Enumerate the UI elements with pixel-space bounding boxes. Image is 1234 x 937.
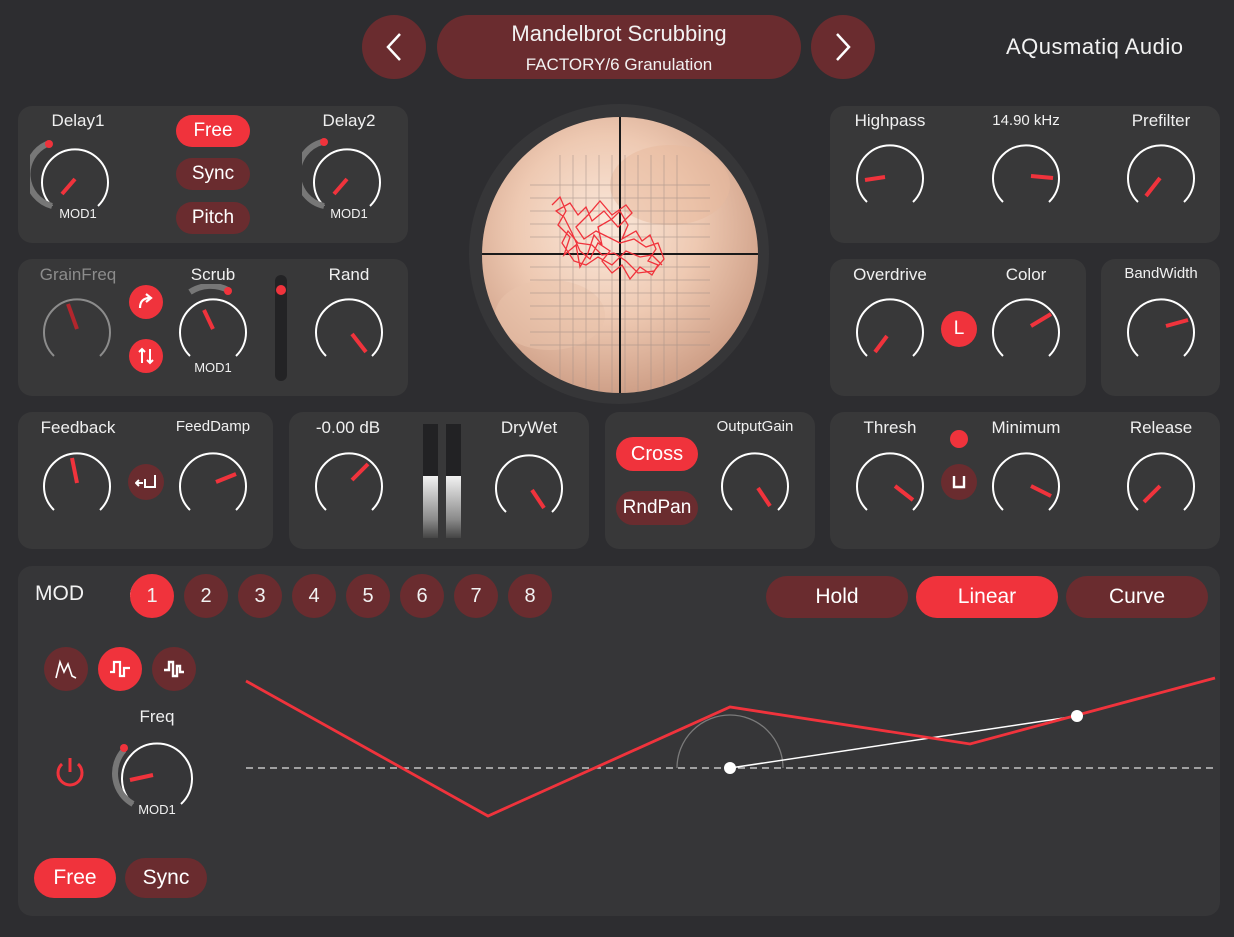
outputgain-label: OutputGain [716, 418, 794, 435]
highpass-label: Highpass [854, 111, 926, 130]
preset-display[interactable]: Mandelbrot Scrubbing FACTORY/6 Granulati… [437, 15, 801, 79]
gate-shape-icon [952, 476, 966, 489]
filter-freq-readout: 14.90 kHz [992, 112, 1060, 129]
mod-slot-7-button[interactable]: 7 [454, 574, 498, 618]
feedback-route-button[interactable] [128, 464, 164, 500]
mod-freq-label: Freq [139, 707, 175, 726]
rand-knob[interactable] [304, 284, 394, 374]
scrub-slider-thumb[interactable] [276, 285, 286, 295]
feeddamp-label: FeedDamp [175, 418, 251, 435]
delay-pitch-button[interactable]: Pitch [176, 202, 250, 234]
bandwidth-knob[interactable] [1116, 284, 1206, 374]
release-label: Release [1129, 418, 1193, 437]
release-knob[interactable] [1116, 438, 1206, 528]
bandwidth-label: BandWidth [1124, 265, 1198, 282]
preset-bank: FACTORY/6 Granulation [525, 55, 713, 74]
next-preset-button[interactable] [811, 15, 875, 79]
prefilter-knob[interactable] [1116, 130, 1206, 220]
minimum-knob[interactable] [981, 438, 1071, 528]
scrub-vertical-slider[interactable] [275, 275, 287, 381]
square-wave-icon [110, 660, 130, 678]
rand-label: Rand [328, 265, 370, 284]
mod-slot-5-button[interactable]: 5 [346, 574, 390, 618]
curve-hold-button[interactable]: Hold [766, 576, 908, 618]
mod-slot-4-button[interactable]: 4 [292, 574, 336, 618]
mod-power-icon[interactable] [50, 753, 90, 793]
envelope-line [245, 676, 1216, 818]
level-meter-left [423, 424, 438, 538]
prev-preset-button[interactable] [362, 15, 426, 79]
curved-arrow-icon [138, 293, 153, 309]
mod-slot-8-button[interactable]: 8 [508, 574, 552, 618]
route-return-icon [135, 475, 156, 488]
mod-slot-2-button[interactable]: 2 [184, 574, 228, 618]
scrub-mod-tag: MOD1 [194, 360, 232, 375]
feedback-knob[interactable] [32, 438, 122, 528]
curve-curve-button[interactable]: Curve [1066, 576, 1208, 618]
delay1-label: Delay1 [51, 111, 105, 130]
filter-freq-knob[interactable] [981, 130, 1071, 220]
envelope-wave-icon [55, 659, 77, 679]
color-knob[interactable] [981, 284, 1071, 374]
grain-direction-up-button[interactable] [129, 285, 163, 319]
thresh-label: Thresh [863, 418, 917, 437]
scrub-label: Scrub [190, 265, 236, 284]
drywet-knob[interactable] [484, 440, 574, 530]
input-gain-knob[interactable] [304, 438, 394, 528]
grainfreq-label: GrainFreq [39, 265, 117, 284]
overdrive-label: Overdrive [853, 265, 927, 284]
envelope-node-point [1071, 710, 1083, 722]
prefilter-label: Prefilter [1131, 111, 1191, 130]
preset-name: Mandelbrot Scrubbing [511, 21, 727, 46]
rndpan-button[interactable]: RndPan [616, 491, 698, 525]
gate-indicator-led [950, 430, 968, 448]
chevron-left-icon [386, 33, 401, 61]
feeddamp-knob[interactable] [168, 438, 258, 528]
level-meter-right [446, 424, 461, 538]
gate-mode-button[interactable] [941, 464, 977, 500]
delay1-mod-tag: MOD1 [59, 206, 97, 221]
random-steps-icon [164, 660, 184, 678]
delay-sync-button[interactable]: Sync [176, 158, 250, 190]
mod-free-button[interactable]: Free [34, 858, 116, 898]
delay2-label: Delay2 [322, 111, 376, 130]
mod-shape-random-button[interactable] [152, 647, 196, 691]
outputgain-knob[interactable] [710, 438, 800, 528]
mod-slot-1-button[interactable]: 1 [130, 574, 174, 618]
mod-shape-envelope-button[interactable] [44, 647, 88, 691]
mod-sync-button[interactable]: Sync [125, 858, 207, 898]
mod-slot-6-button[interactable]: 6 [400, 574, 444, 618]
color-label: Color [1005, 265, 1047, 284]
mod-freq-mod-tag: MOD1 [138, 802, 176, 817]
minimum-label: Minimum [991, 418, 1061, 437]
mod-envelope-editor[interactable] [240, 660, 1220, 840]
cross-button[interactable]: Cross [616, 437, 698, 471]
feedback-label: Feedback [40, 418, 116, 437]
thresh-knob[interactable] [845, 438, 935, 528]
mod-title: MOD [35, 582, 84, 605]
grainfreq-knob[interactable] [32, 284, 122, 374]
delay-free-button[interactable]: Free [176, 115, 250, 147]
drive-l-button[interactable]: L [941, 311, 977, 347]
gain-readout: -0.00 dB [315, 418, 381, 437]
chevron-right-icon [836, 33, 851, 61]
xy-scope-pad[interactable] [480, 115, 760, 395]
up-down-arrows-icon [138, 347, 154, 365]
grain-reverse-button[interactable] [129, 339, 163, 373]
drywet-label: DryWet [500, 418, 558, 437]
mod-slot-3-button[interactable]: 3 [238, 574, 282, 618]
brand-logo: AQusmatiq Audio [1006, 34, 1184, 59]
highpass-knob[interactable] [845, 130, 935, 220]
envelope-handle-line [729, 715, 1078, 769]
overdrive-knob[interactable] [845, 284, 935, 374]
curve-linear-button[interactable]: Linear [916, 576, 1058, 618]
envelope-handle-point [724, 762, 736, 774]
delay2-mod-tag: MOD1 [330, 206, 368, 221]
mod-shape-square-button[interactable] [98, 647, 142, 691]
